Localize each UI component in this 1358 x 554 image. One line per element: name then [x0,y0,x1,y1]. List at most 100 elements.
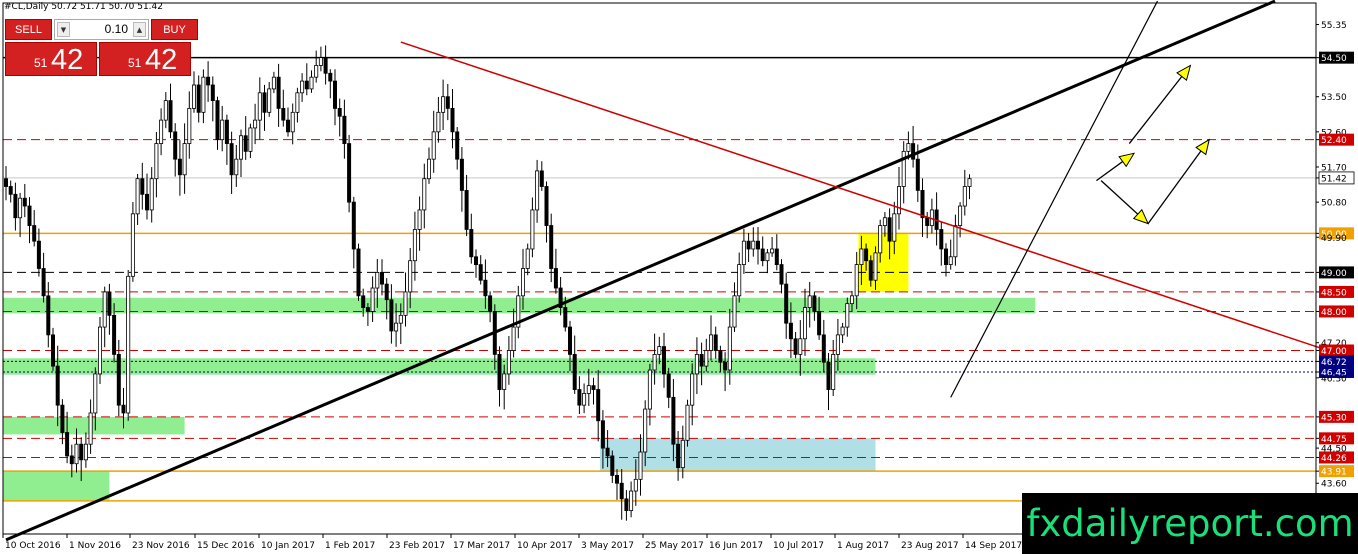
candle-body [394,322,399,332]
candle-body [723,361,728,371]
candle-body [629,490,634,511]
candle-body [718,350,723,363]
buy-price-prefix: 51 [128,56,142,70]
lot-size-value[interactable]: 0.10 [105,22,128,36]
candle-body [887,217,892,242]
candle-body [130,213,135,277]
candle-body [281,108,286,121]
candle-body [619,482,624,500]
candle-body [389,299,394,332]
candle-body [60,404,65,433]
candle-body [337,108,342,117]
x-tick-label: 15 Dec 2016 [197,541,255,551]
sell-button[interactable]: SELL [5,19,52,40]
candle-body [300,80,305,94]
candle-body [163,100,168,121]
x-tick-label: 10 Oct 2016 [5,541,61,551]
candle-body [694,353,699,375]
candle-body [671,396,676,445]
candle-body [709,334,714,351]
zone-rect [3,471,110,501]
buy-price-box[interactable]: 51 42 [99,42,191,76]
candle-body [948,256,953,265]
lot-size-stepper[interactable]: ▼ 0.10 ▲ [54,19,149,40]
y-tick-label: 46.30 [1321,374,1347,384]
sell-price-box[interactable]: 51 42 [5,42,97,76]
candle-body [812,295,817,312]
triangle-down-icon[interactable]: ▼ [57,22,70,37]
candle-body [55,365,60,406]
candle-body [835,334,840,355]
x-axis: 10 Oct 2016 1 Nov 2016 23 Nov 2016 15 Dec 2… [2,534,1022,551]
candle-body [793,338,798,355]
candle-body [741,240,746,265]
candle-body [187,108,192,144]
candle-body [568,326,573,355]
triangle-up-icon[interactable]: ▲ [133,22,146,37]
candle-body [751,240,756,250]
candle-body [276,76,281,109]
candle-body [539,170,544,187]
candle-body [32,225,37,242]
candle-body [807,295,812,308]
candle-body [323,57,328,74]
candle-body [248,127,253,152]
candle-body [41,268,46,297]
zone-rect [3,416,185,435]
y-tick-label: 55.35 [1321,21,1347,31]
price-label: 51.42 [1321,174,1347,184]
candle-body [417,209,422,230]
candle-body [309,76,314,90]
candle-body [112,314,117,355]
x-tick-label: 1 Nov 2016 [69,541,121,551]
candle-body [332,80,337,109]
candle-body [83,443,88,461]
candle-body [257,92,262,121]
candle-body [328,72,333,82]
candle-body [469,229,474,258]
x-tick-label: 14 Sep 2017 [965,541,1022,551]
candle-body [882,217,887,226]
candle-body [544,186,549,226]
candle-body [553,268,558,289]
candle-body [821,334,826,363]
candle-body [224,119,229,144]
candle-body [243,135,248,152]
buy-button[interactable]: BUY [151,19,198,40]
price-label: 44.75 [1321,435,1347,445]
candle-body [375,272,380,289]
candle-body [586,385,591,394]
candle-body [633,478,638,492]
candle-body [478,264,483,281]
price-label: 48.00 [1321,308,1347,318]
x-tick-label: 17 Mar 2017 [453,541,510,551]
candle-body [79,443,84,461]
candle-body [22,197,27,207]
price-label: 52.40 [1321,136,1347,146]
price-chart[interactable]: 55.3554.5053.5052.6052.4051.7051.4250.80… [0,0,1358,554]
candle-body [102,291,107,328]
candle-body [549,225,554,269]
candle-body [116,353,121,406]
price-label: 44.26 [1321,454,1347,464]
candle-body [704,350,709,367]
sell-price-prefix: 51 [34,56,48,70]
candle-body [685,404,690,441]
candle-body [803,307,808,340]
candle-body [365,307,370,312]
candle-body [436,111,441,133]
candle-body [229,143,234,176]
candle-body [878,225,883,254]
candle-body [473,256,478,265]
candle-body [347,143,352,203]
x-tick-label: 10 Jan 2017 [261,541,315,551]
x-tick-label: 10 Apr 2017 [517,541,573,551]
candle-body [220,119,225,141]
candle-body [314,65,319,78]
candle-body [511,326,516,351]
one-click-trade-panel: SELL ▼ 0.10 ▲ BUY 51 42 51 42 [5,19,198,77]
candle-body [488,295,493,312]
candle-body [238,135,243,160]
candle-body [8,186,13,195]
candle-body [765,252,770,262]
